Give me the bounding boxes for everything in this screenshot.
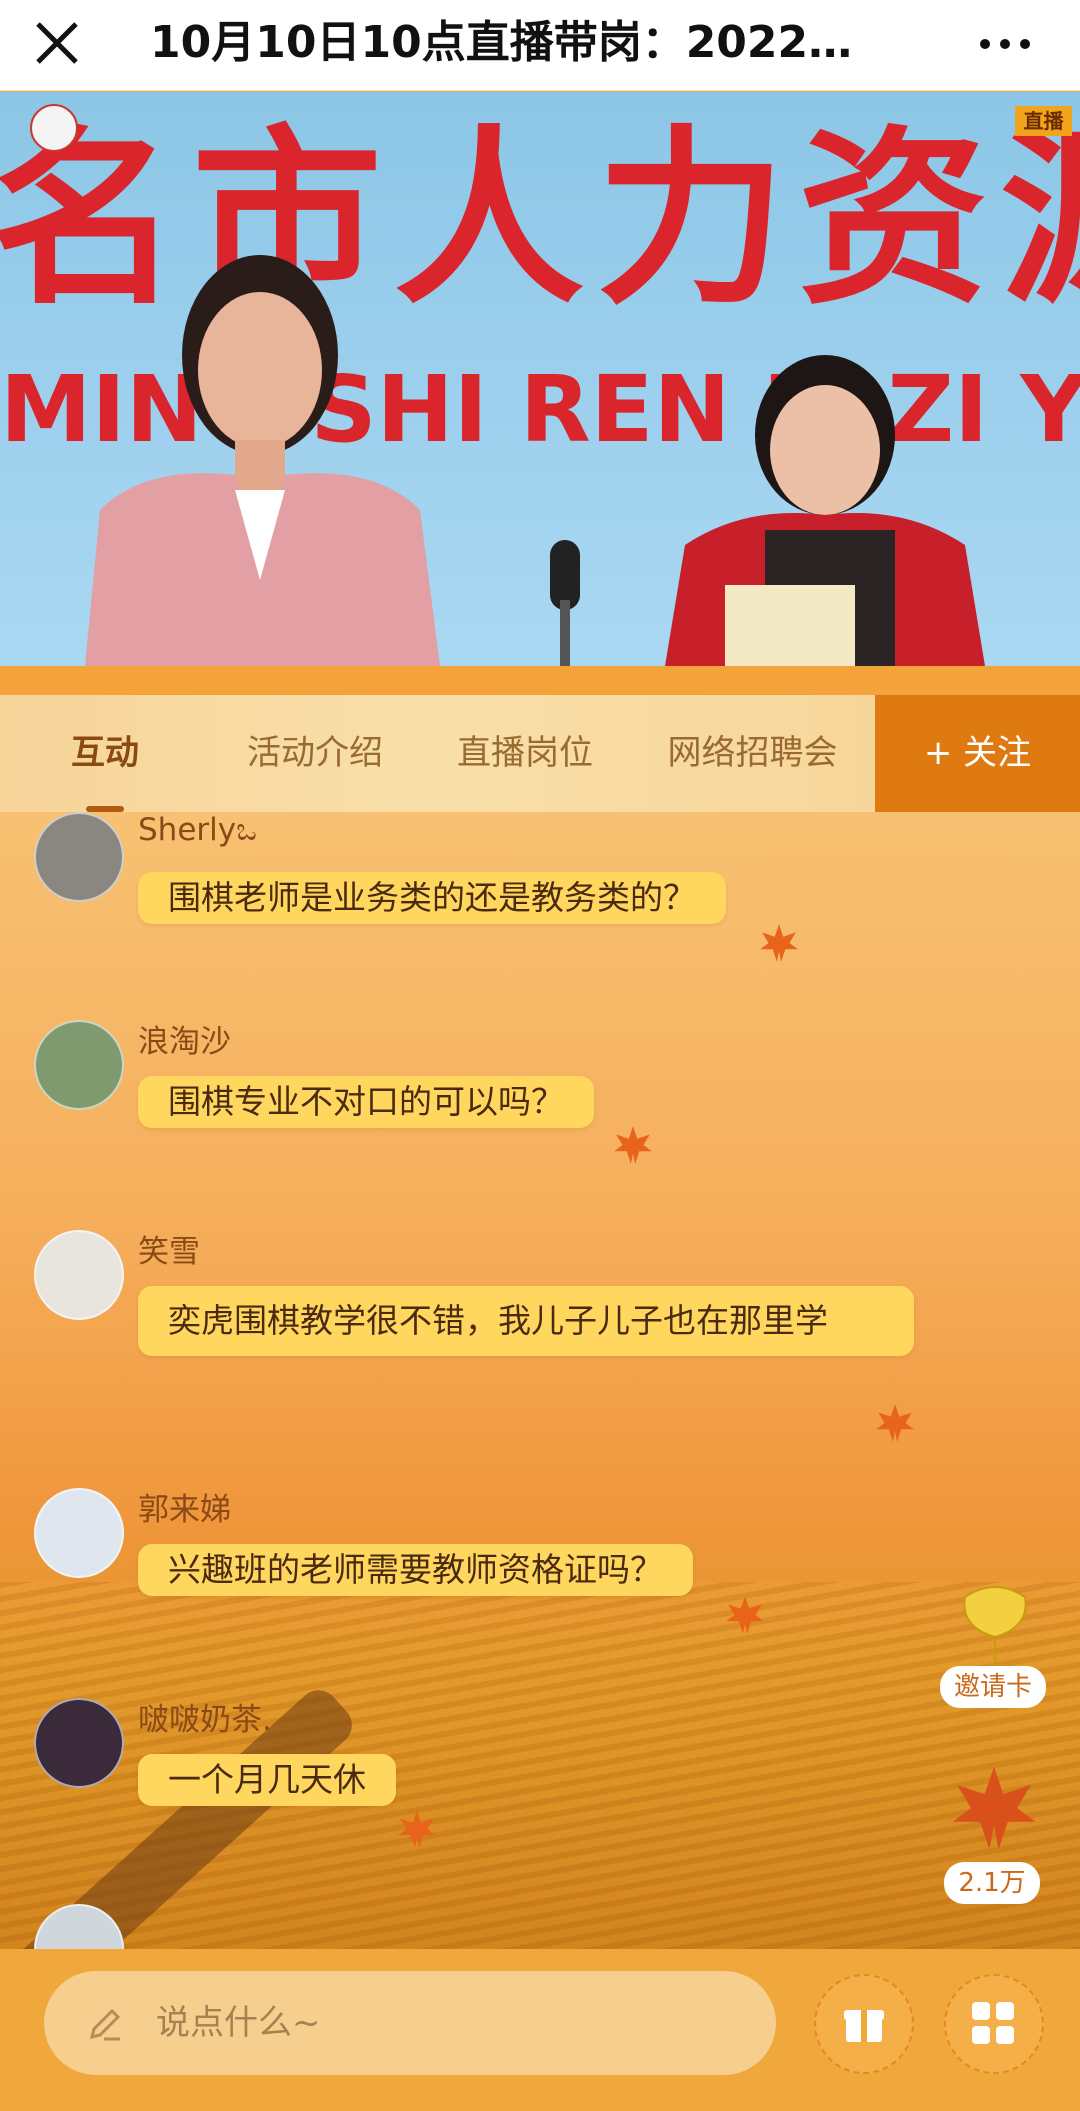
- tab-activity-intro[interactable]: 活动介绍: [220, 695, 410, 812]
- bottom-bar: 说点什么~: [0, 1949, 1080, 2111]
- message-bubble: 兴趣班的老师需要教师资格证吗？: [138, 1544, 693, 1596]
- username: 浪淘沙: [138, 1024, 231, 1060]
- presenter-right: [665, 355, 985, 666]
- more-options-icon[interactable]: [975, 18, 1035, 70]
- comment-placeholder: 说点什么~: [156, 2003, 321, 2043]
- chat-area[interactable]: Sherlyಒ 围棋老师是业务类的还是教务类的？ 浪淘沙 围棋专业不对口的可以吗…: [0, 812, 1080, 1949]
- avatar[interactable]: [34, 1488, 124, 1578]
- maple-leaf-icon: [760, 924, 798, 962]
- live-badge: 直播: [1015, 106, 1072, 136]
- follow-button[interactable]: + 关注: [875, 695, 1080, 812]
- tab-live-positions[interactable]: 直播岗位: [430, 695, 620, 812]
- presenter-left: [85, 255, 440, 666]
- ginkgo-leaf-icon: [963, 1586, 1027, 1667]
- username: 笑雪: [138, 1234, 200, 1270]
- maple-leaf-icon: [876, 1404, 914, 1442]
- grid-icon: [972, 2002, 1014, 2044]
- maple-leaf-icon: [614, 1126, 652, 1164]
- message-bubble: 围棋老师是业务类的还是教务类的？: [138, 872, 726, 924]
- maple-leaf-icon: [398, 1810, 436, 1848]
- maple-leaf-like-icon: [952, 1766, 1036, 1850]
- message-bubble: 围棋专业不对口的可以吗？: [138, 1076, 594, 1128]
- message-bubble: 一个月几天休: [138, 1754, 396, 1806]
- tab-interaction[interactable]: 互动: [40, 695, 170, 812]
- invite-card-label: 邀请卡: [940, 1666, 1046, 1708]
- username: 啵啵奶茶.: [138, 1702, 272, 1738]
- avatar[interactable]: [34, 812, 124, 902]
- comment-input[interactable]: 说点什么~: [44, 1971, 776, 2075]
- close-icon[interactable]: [28, 14, 86, 72]
- maple-leaf-icon: [726, 1596, 764, 1634]
- avatar[interactable]: [34, 1230, 124, 1320]
- gift-icon: [844, 2010, 884, 2042]
- live-video-player[interactable]: 名市人力资源 MING SHI REN LI ZI YUAN: [0, 92, 1080, 666]
- username: 郭来娣: [138, 1492, 231, 1528]
- avatar[interactable]: [34, 1020, 124, 1110]
- username: Sherlyಒ: [138, 812, 257, 848]
- top-bar: 10月10日10点直播带岗：2022年金…: [0, 0, 1080, 91]
- more-apps-button[interactable]: [944, 1974, 1044, 2074]
- tab-job-fair[interactable]: 网络招聘会: [640, 695, 865, 812]
- like-count: 2.1万: [944, 1862, 1040, 1904]
- avatar[interactable]: [34, 1698, 124, 1788]
- pen-icon: [89, 2008, 121, 2041]
- gift-button[interactable]: [814, 1974, 914, 2074]
- message-bubble: 奕虎围棋教学很不错，我儿子儿子也在那里学: [138, 1286, 914, 1356]
- page-title: 10月10日10点直播带岗：2022年金…: [150, 17, 895, 68]
- organization-logo: [30, 104, 78, 152]
- microphone: [550, 540, 580, 666]
